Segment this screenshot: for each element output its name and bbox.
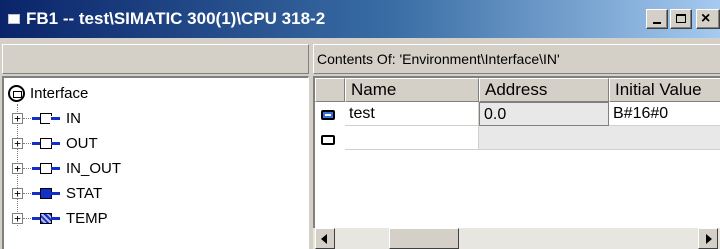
minimize-button[interactable]	[646, 9, 668, 29]
arrow-left-icon	[321, 234, 327, 244]
scroll-right-button[interactable]	[698, 228, 718, 249]
column-header-initial-value[interactable]: Initial Value	[609, 78, 720, 102]
tree-item-temp[interactable]: + TEMP	[4, 207, 304, 231]
scroll-left-button[interactable]	[315, 228, 335, 249]
tree-item-stat[interactable]: + STAT	[4, 182, 304, 206]
minimize-icon	[653, 22, 661, 24]
scroll-thumb[interactable]	[389, 228, 459, 249]
expand-temp-button[interactable]: +	[12, 213, 23, 224]
parameter-icon	[321, 110, 335, 120]
tree-header-bar	[2, 44, 309, 74]
expand-in-out-button[interactable]: +	[12, 163, 23, 174]
maximize-button[interactable]	[670, 9, 692, 29]
tree-root-label: Interface	[30, 85, 89, 102]
close-button[interactable]: ×	[696, 9, 720, 29]
contents-table: Name Address Initial Value test 0.0 B#16…	[313, 76, 720, 249]
cell-initial-value[interactable]: B#16#0	[609, 102, 720, 126]
cell-address[interactable]	[479, 126, 720, 150]
maximize-icon	[676, 14, 686, 23]
in-out-icon	[32, 162, 60, 176]
expand-in-button[interactable]: +	[12, 113, 23, 124]
cell-name[interactable]: test	[345, 102, 479, 126]
tree-item-label: OUT	[66, 135, 98, 152]
tree-item-label: IN	[66, 110, 81, 127]
arrow-right-icon	[706, 234, 712, 244]
tree-item-in-out[interactable]: + IN_OUT	[4, 157, 304, 181]
new-parameter-icon	[321, 135, 335, 145]
contents-path: Contents Of: 'Environment\Interface\IN'	[317, 51, 560, 67]
contents-header: Contents Of: 'Environment\Interface\IN'	[313, 44, 720, 74]
column-header-name[interactable]: Name	[345, 78, 479, 102]
interface-root-icon	[8, 85, 25, 102]
expand-out-button[interactable]: +	[12, 138, 23, 149]
tree-item-label: STAT	[66, 185, 103, 202]
close-icon: ×	[701, 10, 711, 27]
tree-item-out[interactable]: + OUT	[4, 132, 304, 156]
column-header-address[interactable]: Address	[479, 78, 609, 102]
tree-item-label: TEMP	[66, 210, 108, 227]
cell-address[interactable]: 0.0	[479, 102, 609, 126]
window-title: FB1 -- test\SIMATIC 300(1)\CPU 318-2	[26, 9, 326, 28]
title-bar: FB1 -- test\SIMATIC 300(1)\CPU 318-2 ×	[0, 0, 720, 38]
window-icon	[8, 14, 20, 24]
in-icon	[32, 112, 60, 126]
out-icon	[32, 137, 60, 151]
stat-icon	[32, 187, 60, 201]
horizontal-scrollbar[interactable]	[313, 228, 720, 249]
expand-stat-button[interactable]: +	[12, 188, 23, 199]
column-header-icon[interactable]	[315, 78, 345, 102]
tree-root-interface[interactable]: Interface	[4, 82, 304, 106]
temp-icon	[32, 212, 60, 226]
cell-name[interactable]	[345, 126, 479, 150]
tree-item-label: IN_OUT	[66, 160, 122, 177]
interface-tree: Interface + IN + OUT + IN_OUT + STAT + T…	[2, 76, 309, 249]
tree-item-in[interactable]: + IN	[4, 107, 304, 131]
